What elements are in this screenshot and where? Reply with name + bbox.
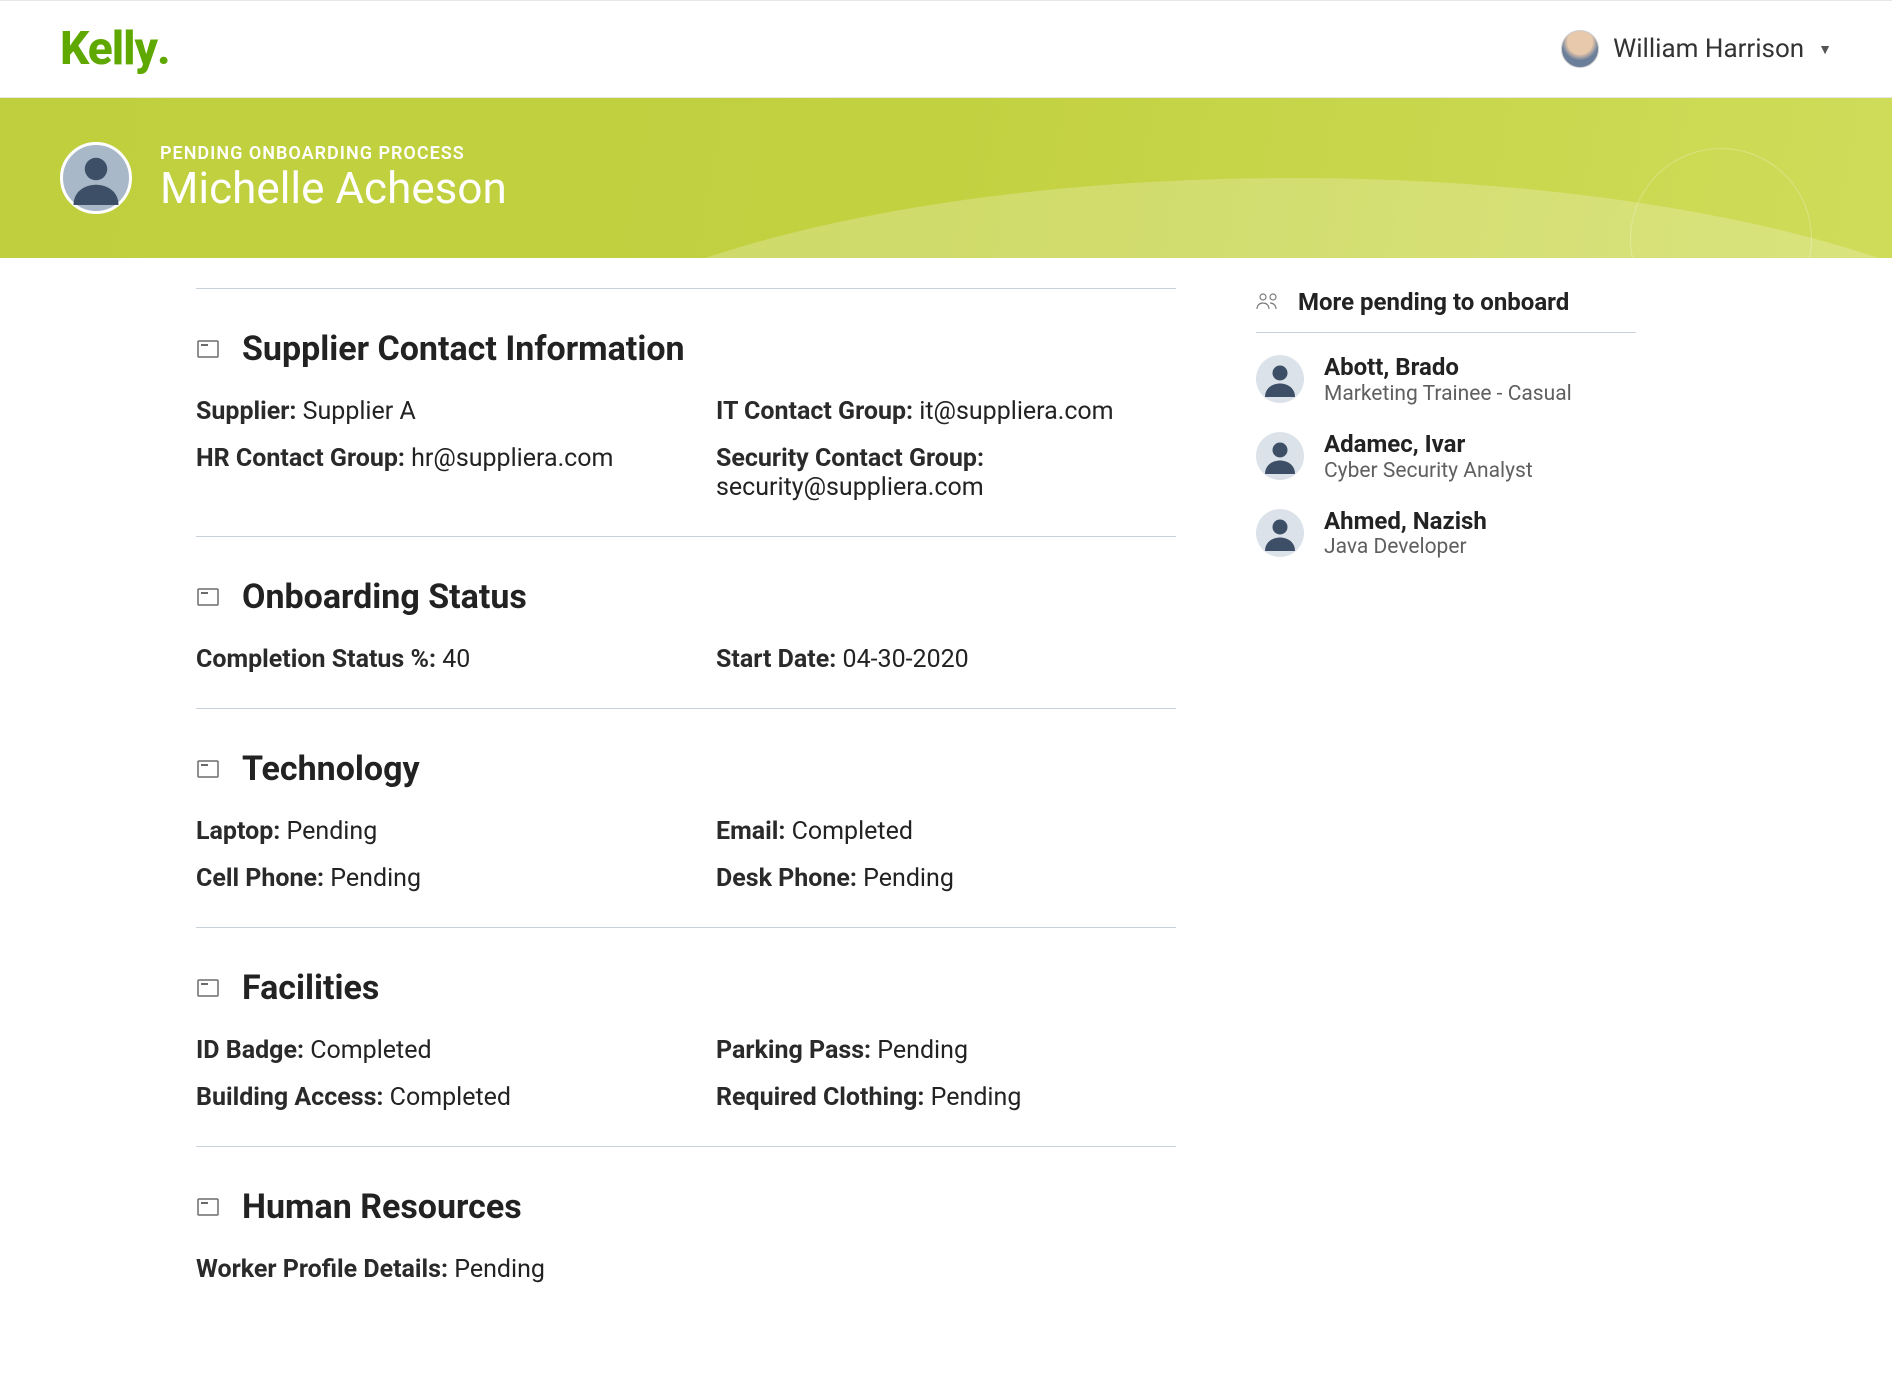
field-start-date: Start Date: 04-30-2020 [716,645,1176,674]
section-title: Technology [242,749,420,789]
field-value: Completed [792,817,913,846]
section-title: Facilities [242,968,379,1008]
section-title: Human Resources [242,1187,522,1227]
field-label: Laptop: [196,817,280,846]
user-name: William Harrison [1613,34,1804,64]
hero-banner: PENDING ONBOARDING PROCESS Michelle Ache… [0,98,1892,258]
pending-name: Ahmed, Nazish [1324,507,1487,536]
field-value: Supplier A [303,397,416,426]
avatar [1256,432,1304,480]
field-value: Pending [931,1083,1022,1112]
card-icon [196,976,220,1000]
field-value: 40 [442,645,470,674]
card-icon [196,1195,220,1219]
hero-eyebrow: PENDING ONBOARDING PROCESS [160,143,507,164]
field-label: Parking Pass: [716,1036,871,1065]
field-clothing: Required Clothing: Pending [716,1083,1176,1112]
sidebar-title: More pending to onboard [1298,288,1569,316]
field-label: Start Date: [716,645,836,674]
field-email: Email: Completed [716,817,1176,846]
field-value: Pending [863,864,954,893]
card-icon [196,757,220,781]
field-label: ID Badge: [196,1036,304,1065]
section-supplier: Supplier Contact Information Supplier: S… [196,288,1176,536]
people-icon [1256,292,1280,312]
avatar [1256,355,1304,403]
field-desk-phone: Desk Phone: Pending [716,864,1176,893]
pending-role: Java Developer [1324,535,1487,559]
card-icon [196,585,220,609]
brand-logo-dot: . [157,22,170,76]
field-label: HR Contact Group: [196,444,405,473]
field-value: Pending [287,817,378,846]
field-label: Email: [716,817,785,846]
field-value: Pending [877,1036,968,1065]
user-menu[interactable]: William Harrison ▼ [1561,30,1832,68]
field-worker-profile: Worker Profile Details: Pending [196,1255,656,1284]
field-label: Supplier: [196,397,296,426]
section-title: Onboarding Status [242,577,527,617]
page-title: Michelle Acheson [160,164,507,212]
field-cell-phone: Cell Phone: Pending [196,864,656,893]
field-it-contact: IT Contact Group: it@suppliera.com [716,397,1176,426]
field-value: it@suppliera.com [919,397,1113,426]
field-value: security@suppliera.com [716,473,984,502]
field-hr-contact: HR Contact Group: hr@suppliera.com [196,444,656,502]
field-label: Completion Status %: [196,645,436,674]
field-completion: Completion Status %: 40 [196,645,656,674]
field-label: IT Contact Group: [716,397,913,426]
person-icon [1262,515,1298,551]
pending-name: Abott, Brado [1324,353,1572,382]
brand-logo[interactable]: Kelly. [60,22,170,76]
field-label: Cell Phone: [196,864,324,893]
field-laptop: Laptop: Pending [196,817,656,846]
field-label: Required Clothing: [716,1083,924,1112]
field-value: 04-30-2020 [843,645,969,674]
chevron-down-icon: ▼ [1818,41,1832,58]
field-value: Completed [390,1083,511,1112]
person-icon [1262,361,1298,397]
field-value: Pending [454,1255,545,1284]
field-label: Security Contact Group: [716,444,984,473]
section-human-resources: Human Resources Worker Profile Details: … [196,1146,1176,1318]
pending-role: Cyber Security Analyst [1324,459,1533,483]
sidebar-more-pending: More pending to onboard Abott, Brado Mar… [1256,258,1636,559]
user-avatar [1561,30,1599,68]
field-building-access: Building Access: Completed [196,1083,656,1112]
field-supplier: Supplier: Supplier A [196,397,656,426]
field-id-badge: ID Badge: Completed [196,1036,656,1065]
person-avatar [60,142,132,214]
pending-name: Adamec, Ivar [1324,430,1533,459]
section-technology: Technology Laptop: Pending Email: Comple… [196,708,1176,927]
pending-item[interactable]: Ahmed, Nazish Java Developer [1256,507,1636,560]
field-security-contact: Security Contact Group: security@supplie… [716,444,1176,502]
person-icon [1262,438,1298,474]
pending-role: Marketing Trainee - Casual [1324,382,1572,406]
top-bar: Kelly. William Harrison ▼ [0,0,1892,98]
field-value: Pending [330,864,421,893]
card-icon [196,337,220,361]
field-label: Desk Phone: [716,864,857,893]
field-parking: Parking Pass: Pending [716,1036,1176,1065]
pending-item[interactable]: Adamec, Ivar Cyber Security Analyst [1256,430,1636,483]
brand-logo-text: Kelly [60,22,157,76]
field-value: Completed [310,1036,431,1065]
section-facilities: Facilities ID Badge: Completed Parking P… [196,927,1176,1146]
field-label: Building Access: [196,1083,383,1112]
pending-item[interactable]: Abott, Brado Marketing Trainee - Casual [1256,353,1636,406]
field-value: hr@suppliera.com [411,444,613,473]
field-label: Worker Profile Details: [196,1255,448,1284]
section-title: Supplier Contact Information [242,329,685,369]
section-onboarding-status: Onboarding Status Completion Status %: 4… [196,536,1176,708]
avatar [1256,509,1304,557]
person-icon [69,151,123,205]
